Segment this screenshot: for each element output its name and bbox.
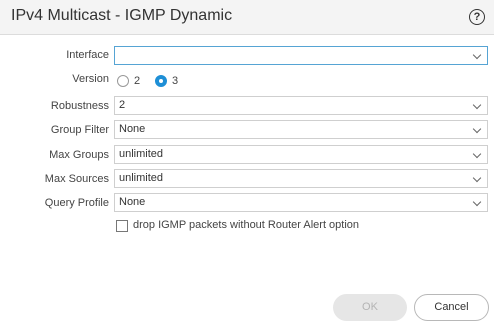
robustness-value: 2: [119, 99, 126, 111]
version-3-radio[interactable]: [155, 75, 167, 87]
group-filter-select[interactable]: None: [114, 120, 488, 139]
query-profile-value: None: [119, 196, 146, 208]
query-profile-select[interactable]: None: [114, 193, 488, 212]
robustness-label: Robustness: [50, 100, 109, 112]
group-filter-label: Group Filter: [50, 124, 109, 136]
dialog-header: IPv4 Multicast - IGMP Dynamic ?: [0, 0, 494, 35]
interface-label: Interface: [66, 49, 109, 61]
robustness-select[interactable]: 2: [114, 96, 488, 115]
chevron-down-icon: [472, 124, 482, 134]
drop-igmp-checkbox[interactable]: [116, 220, 128, 232]
chevron-down-icon: [472, 149, 482, 159]
query-profile-label: Query Profile: [44, 197, 109, 209]
max-sources-value: unlimited: [119, 172, 164, 184]
dialog-title: IPv4 Multicast - IGMP Dynamic: [11, 7, 233, 24]
chevron-down-icon: [472, 100, 482, 110]
max-sources-select[interactable]: unlimited: [114, 169, 488, 188]
chevron-down-icon: [472, 50, 482, 60]
interface-select[interactable]: [114, 46, 488, 65]
max-groups-select[interactable]: unlimited: [114, 145, 488, 164]
ok-button[interactable]: OK: [333, 294, 407, 321]
igmp-dynamic-dialog: IPv4 Multicast - IGMP Dynamic ? Interfac…: [0, 0, 494, 334]
chevron-down-icon: [472, 197, 482, 207]
cancel-button[interactable]: Cancel: [414, 294, 489, 321]
chevron-down-icon: [472, 173, 482, 183]
help-icon[interactable]: ?: [469, 9, 485, 25]
max-sources-label: Max Sources: [44, 173, 109, 185]
max-groups-label: Max Groups: [49, 149, 109, 161]
version-2-label: 2: [134, 75, 141, 87]
drop-igmp-label: drop IGMP packets without Router Alert o…: [133, 219, 360, 231]
max-groups-value: unlimited: [119, 148, 164, 160]
version-label: Version: [72, 73, 109, 85]
version-2-radio[interactable]: [117, 75, 129, 87]
group-filter-value: None: [119, 123, 146, 135]
version-3-label: 3: [172, 75, 179, 87]
